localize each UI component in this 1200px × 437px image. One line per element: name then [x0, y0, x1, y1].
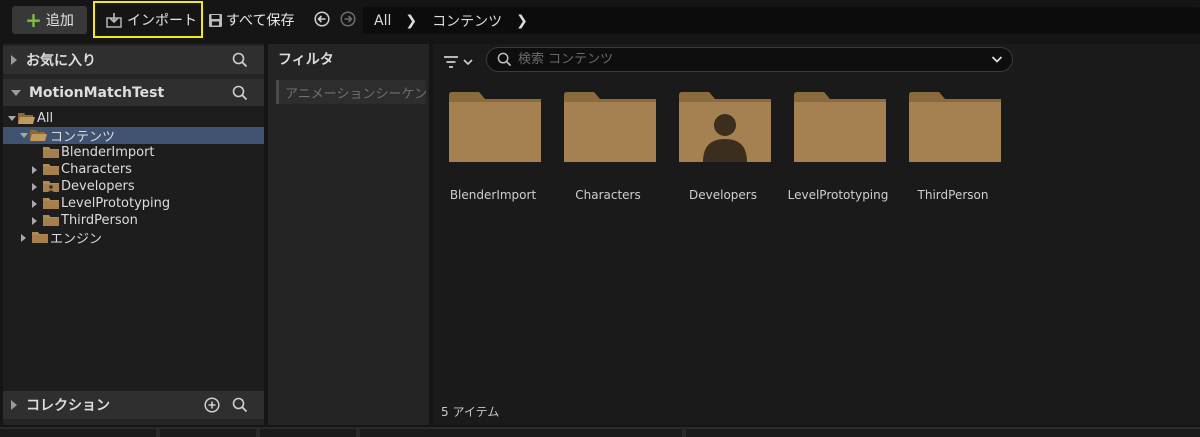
- expand-arrow-icon[interactable]: [11, 400, 17, 410]
- breadcrumb-root[interactable]: All: [374, 13, 391, 29]
- item-count: 5 アイテム: [441, 405, 500, 419]
- expand-arrow-icon[interactable]: [21, 233, 26, 242]
- import-button[interactable]: インポート: [93, 1, 203, 38]
- tree-item-thirdperson[interactable]: ThirdPerson: [3, 212, 264, 229]
- plus-icon: +: [25, 8, 42, 32]
- search-icon: [497, 52, 512, 67]
- import-button-label: インポート: [127, 12, 197, 29]
- filter-panel: フィルタ アニメーションシーケンス: [268, 44, 429, 425]
- expand-arrow-icon[interactable]: [32, 216, 37, 225]
- filter-dropdown-button[interactable]: [443, 53, 477, 71]
- chevron-down-icon: [463, 59, 473, 66]
- sources-panel: お気に入り MotionMatchTest All コンテンツ BlenderI…: [3, 44, 264, 425]
- filter-item-animation-sequence[interactable]: アニメーションシーケンス: [276, 80, 426, 104]
- expand-arrow-icon[interactable]: [32, 182, 37, 191]
- search-icon[interactable]: [232, 52, 248, 68]
- breadcrumb: All ❯ コンテンツ ❯: [363, 7, 1200, 34]
- tree-item-engine[interactable]: エンジン: [3, 229, 264, 247]
- folder-icon: [43, 164, 59, 175]
- project-header[interactable]: MotionMatchTest: [3, 79, 264, 107]
- folder-icon: [43, 198, 59, 209]
- folder-label: Developers: [689, 188, 757, 202]
- bottom-tab[interactable]: [260, 429, 356, 437]
- tree-item-characters[interactable]: Characters: [3, 161, 264, 178]
- open-folder-icon: [30, 130, 47, 141]
- tree-item-label: エンジン: [50, 232, 103, 247]
- folder-tile-blenderimport[interactable]: BlenderImport: [437, 92, 549, 222]
- add-circle-icon[interactable]: [204, 397, 220, 413]
- folder-icon: [449, 92, 541, 162]
- developer-folder-icon: [43, 181, 59, 192]
- tree-item-content[interactable]: コンテンツ: [3, 127, 264, 145]
- folder-icon: [43, 215, 59, 226]
- chevron-down-icon[interactable]: [991, 55, 1003, 64]
- collections-header[interactable]: コレクション: [3, 391, 264, 419]
- folder-tile-thirdperson[interactable]: ThirdPerson: [897, 92, 1009, 222]
- favorites-title: お気に入り: [26, 53, 96, 69]
- back-arrow-icon[interactable]: [314, 11, 330, 27]
- open-folder-icon: [18, 113, 35, 124]
- collections-title: コレクション: [26, 398, 110, 414]
- project-title: MotionMatchTest: [29, 85, 165, 101]
- tree-item-label: ThirdPerson: [61, 213, 138, 228]
- folder-tile-characters[interactable]: Characters: [552, 92, 664, 222]
- import-icon: [106, 12, 122, 28]
- toolbar: + 追加 インポート すべて保存 All ❯ コンテンツ ❯: [0, 0, 1200, 42]
- search-bar[interactable]: [486, 47, 1013, 72]
- expand-arrow-icon[interactable]: [11, 55, 17, 65]
- tree-item-label: コンテンツ: [50, 130, 116, 145]
- content-browser-main: BlenderImport Characters Developers Leve…: [433, 44, 1200, 425]
- collapse-arrow-icon[interactable]: [11, 90, 21, 96]
- folder-icon: [564, 92, 656, 162]
- forward-arrow-icon[interactable]: [340, 11, 356, 27]
- bottom-panel-strip: [0, 427, 1200, 437]
- chevron-right-icon[interactable]: ❯: [405, 13, 417, 29]
- collapse-arrow-icon[interactable]: [8, 116, 16, 121]
- search-icon[interactable]: [232, 85, 248, 101]
- bottom-tab[interactable]: [0, 429, 156, 437]
- breadcrumb-current[interactable]: コンテンツ: [432, 11, 502, 31]
- save-all-button[interactable]: すべて保存: [208, 6, 294, 34]
- folder-label: BlenderImport: [449, 188, 537, 202]
- folder-tree: All コンテンツ BlenderImport Characters Devel…: [3, 106, 264, 392]
- favorites-header[interactable]: お気に入り: [3, 46, 264, 74]
- folder-icon: [794, 92, 886, 162]
- tree-item-developers[interactable]: Developers: [3, 178, 264, 195]
- tree-item-label: All: [37, 111, 54, 126]
- add-button-label: 追加: [45, 13, 74, 29]
- tree-item-levelprototyping[interactable]: LevelPrototyping: [3, 195, 264, 212]
- folder-label: LevelPrototyping: [787, 188, 889, 202]
- save-icon: [209, 13, 222, 27]
- folder-tile-levelprototyping[interactable]: LevelPrototyping: [782, 92, 894, 222]
- folder-label: ThirdPerson: [917, 188, 989, 202]
- tree-item-label: LevelPrototyping: [61, 196, 171, 211]
- expand-arrow-icon[interactable]: [32, 165, 37, 174]
- search-icon[interactable]: [232, 397, 248, 413]
- tree-item-all[interactable]: All: [3, 110, 264, 127]
- bottom-tab[interactable]: [360, 429, 682, 437]
- save-all-label: すべて保存: [226, 13, 295, 29]
- tree-item-label: BlenderImport: [61, 145, 155, 160]
- bottom-tab[interactable]: [160, 429, 256, 437]
- search-input[interactable]: [518, 52, 978, 67]
- filter-title: フィルタ: [278, 52, 334, 68]
- bottom-tab[interactable]: [686, 429, 1200, 437]
- chevron-right-icon[interactable]: ❯: [516, 13, 528, 29]
- add-button[interactable]: + 追加: [12, 6, 87, 34]
- tree-item-label: Characters: [61, 162, 132, 177]
- collapse-arrow-icon[interactable]: [20, 133, 28, 138]
- folder-icon: [909, 92, 1001, 162]
- tree-item-label: Developers: [61, 179, 135, 194]
- folder-label: Characters: [575, 188, 641, 202]
- tree-item-blenderimport[interactable]: BlenderImport: [3, 144, 264, 161]
- developer-folder-icon: [679, 92, 771, 162]
- expand-arrow-icon[interactable]: [32, 199, 37, 208]
- filter-icon: [444, 56, 458, 68]
- folder-tile-developers[interactable]: Developers: [667, 92, 779, 222]
- folder-icon: [43, 147, 59, 158]
- folder-icon: [32, 232, 48, 243]
